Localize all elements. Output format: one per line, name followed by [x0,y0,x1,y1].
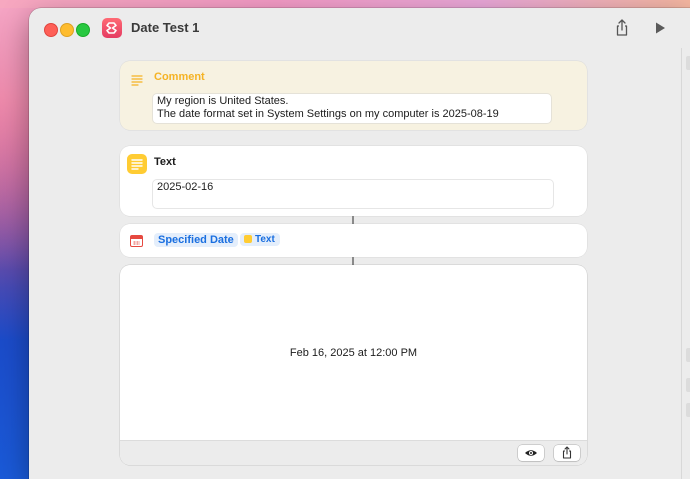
comment-label: Comment [154,71,205,83]
comment-icon [130,73,144,87]
specified-date-parameter[interactable]: Specified Date [154,233,238,247]
date-action[interactable]: Specified Date Text [120,224,587,257]
comment-text-field[interactable]: My region is United States. The date for… [152,93,552,124]
zoom-window-button[interactable] [76,23,90,37]
play-icon[interactable] [653,21,667,35]
flow-connector [352,257,354,265]
text-variable-icon [244,235,252,243]
calendar-icon [130,235,143,247]
minimize-window-button[interactable] [60,23,74,37]
strip-tab[interactable] [686,403,690,417]
result-panel: Feb 16, 2025 at 12:00 PM [120,265,587,465]
strip-tab[interactable] [686,378,690,392]
flow-connector [352,216,354,224]
strip-tab[interactable] [686,348,690,362]
text-action[interactable]: Text 2025-02-16 [120,146,587,216]
comment-action[interactable]: Comment My region is United States. The … [120,61,587,130]
strip-tab[interactable] [686,56,690,70]
text-input-field[interactable]: 2025-02-16 [152,179,554,209]
shortcuts-app-icon [102,18,122,38]
text-icon [127,154,147,174]
share-result-button[interactable] [554,445,580,461]
close-window-button[interactable] [44,23,58,37]
inspector-strip [681,48,690,479]
window-title: Date Test 1 [131,20,200,35]
wallpaper-top-band [0,0,690,8]
quick-look-button[interactable] [518,445,544,461]
text-variable-label: Text [255,234,275,245]
comment-line-2: The date format set in System Settings o… [157,108,499,120]
result-value: Feb 16, 2025 at 12:00 PM [289,347,418,359]
share-icon [562,446,572,459]
text-action-label: Text [154,156,176,168]
title-bar: Date Test 1 [29,8,690,48]
result-footer [120,440,587,465]
text-variable-token[interactable]: Text [240,233,280,246]
eye-icon [525,450,537,456]
comment-line-1: My region is United States. [157,95,289,107]
shortcuts-window: Date Test 1 Comment My region is United … [29,8,690,479]
share-icon[interactable] [614,18,630,38]
